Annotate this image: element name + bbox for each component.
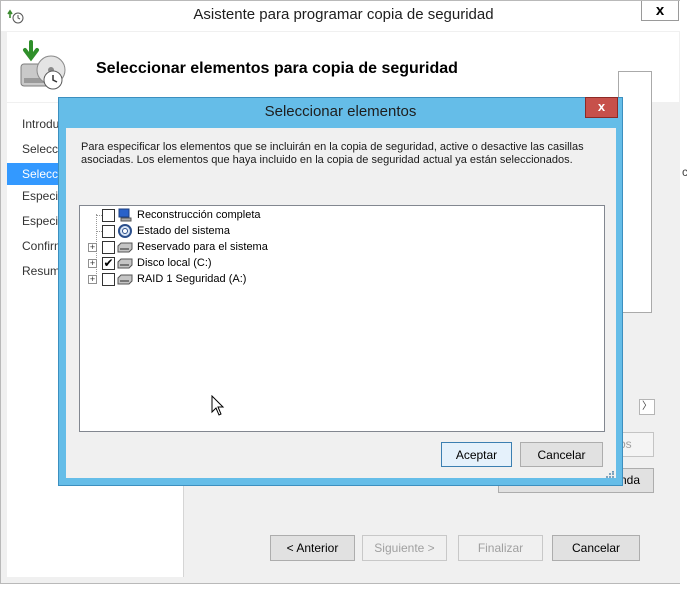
step-select-config[interactable]: Selecci	[22, 138, 61, 160]
bare-metal-recovery-icon	[118, 208, 132, 222]
drive-icon	[117, 258, 133, 269]
step-introduction[interactable]: Introdu	[22, 113, 59, 135]
tree-item-label: Reconstrucción completa	[137, 209, 261, 221]
tree-item-label: RAID 1 Seguridad (A:)	[137, 273, 247, 285]
dialog-content: Para especificar los elementos que se in…	[66, 128, 616, 478]
tree-item-label: Estado del sistema	[137, 225, 230, 237]
tree-item-label: Disco local (C:)	[137, 257, 212, 269]
step-specify-destination[interactable]: Especif	[22, 210, 61, 232]
right-window-edge	[680, 0, 687, 594]
dialog-cancel-button[interactable]: Cancelar	[520, 442, 603, 467]
backup-disk-icon	[20, 40, 66, 90]
mouse-cursor-icon	[211, 395, 225, 416]
wizard-close-button[interactable]: x	[641, 1, 679, 21]
wizard-header: Seleccionar elementos para copia de segu…	[7, 32, 679, 102]
tree-item-checkbox[interactable]	[102, 241, 115, 254]
next-button: Siguiente >	[362, 535, 447, 561]
expand-plus-icon[interactable]: +	[88, 259, 97, 268]
dialog-close-button[interactable]: x	[585, 97, 618, 118]
tree-item-raid1-a[interactable]: + RAID 1 Seguridad (A:)	[80, 271, 280, 287]
drive-icon	[117, 274, 133, 285]
items-tree[interactable]: Reconstrucción completa Estado del siste…	[79, 205, 605, 432]
dialog-description: Para especificar los elementos que se in…	[81, 141, 584, 166]
step-specify-time[interactable]: Especif	[22, 185, 61, 207]
ok-button[interactable]: Aceptar	[441, 442, 512, 467]
scroll-right-arrow-icon[interactable]: 〉	[639, 399, 655, 415]
tree-item-system-state[interactable]: Estado del sistema	[80, 223, 280, 239]
tree-item-system-reserved[interactable]: + Reservado para el sistema	[80, 239, 300, 255]
wizard-title-bar[interactable]: Asistente para programar copia de seguri…	[1, 1, 686, 31]
select-items-dialog: Seleccionar elementos x Para especificar…	[58, 97, 623, 486]
tree-item-checkbox[interactable]	[102, 209, 115, 222]
tree-item-checkbox[interactable]	[102, 273, 115, 286]
dialog-title: Seleccionar elementos	[264, 103, 417, 120]
tree-item-checkbox[interactable]	[102, 225, 115, 238]
tree-item-checkbox-checked[interactable]: ✔	[102, 257, 115, 270]
back-button[interactable]: < Anterior	[270, 535, 355, 561]
wizard-title: Asistente para programar copia de seguri…	[193, 6, 494, 23]
tree-item-local-disk-c[interactable]: + ✔ Disco local (C:)	[80, 255, 280, 271]
wizard-heading: Seleccionar elementos para copia de segu…	[96, 60, 458, 77]
tree-item-bare-metal-recovery[interactable]: Reconstrucción completa	[80, 207, 280, 223]
drive-icon	[117, 242, 133, 253]
system-state-icon	[118, 224, 132, 238]
finish-button: Finalizar	[458, 535, 543, 561]
background-items-list	[618, 71, 652, 313]
background-disabled-button: os	[618, 432, 654, 457]
resize-grip-icon[interactable]	[605, 471, 615, 479]
edge-text-fragment: c	[682, 165, 687, 179]
step-summary[interactable]: Resum	[22, 260, 60, 282]
expand-plus-icon[interactable]: +	[88, 243, 97, 252]
tree-item-label: Reservado para el sistema	[137, 241, 268, 253]
expand-plus-icon[interactable]: +	[88, 275, 97, 284]
wizard-cancel-button[interactable]: Cancelar	[552, 535, 640, 561]
